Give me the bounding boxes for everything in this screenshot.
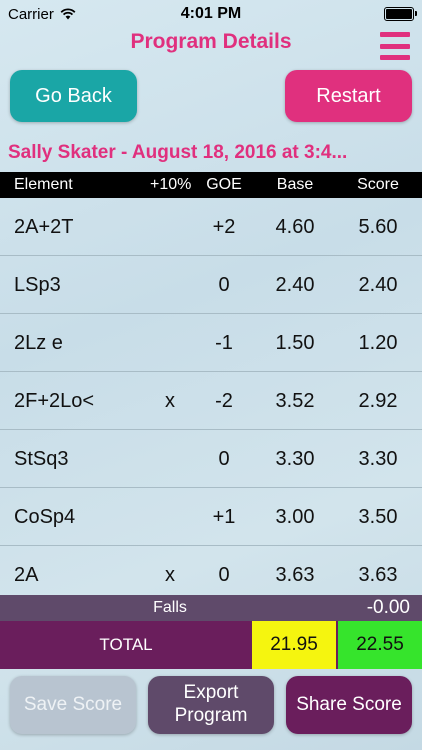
cell-goe: 0 [218,274,230,296]
table-row[interactable]: StSq3 0 3.30 3.30 [0,430,422,488]
table-row[interactable]: 2Lz e -1 1.50 1.20 [0,314,422,372]
cell-element: 2A [14,564,39,586]
cell-element: LSp3 [14,274,61,296]
table-row[interactable]: LSp3 0 2.40 2.40 [0,256,422,314]
cell-element: 2A+2T [14,216,74,238]
program-heading: Sally Skater - August 18, 2016 at 3:4... [8,142,348,163]
cell-element: CoSp4 [14,506,76,528]
cell-score: 3.63 [358,564,398,586]
cell-base: 3.63 [275,564,315,586]
status-bar: Carrier 4:01 PM [0,0,422,28]
cell-base: 3.00 [275,506,315,528]
table-row[interactable]: CoSp4 +1 3.00 3.50 [0,488,422,546]
cell-base: 3.52 [275,390,315,412]
falls-label: Falls [153,599,187,616]
cell-goe: -1 [215,332,233,354]
go-back-button[interactable]: Go Back [10,70,137,122]
save-score-button[interactable]: Save Score [10,676,136,734]
export-program-button[interactable]: Export Program [148,676,274,734]
cell-goe: +2 [212,216,236,238]
share-score-button[interactable]: Share Score [286,676,412,734]
wifi-icon [60,8,76,20]
cell-base: 3.30 [275,448,315,470]
header-element: Element [14,176,73,193]
cell-score: 2.92 [358,390,398,412]
cell-base: 2.40 [275,274,315,296]
element-list[interactable]: 2A+2T +2 4.60 5.60 LSp3 0 2.40 2.40 2Lz … [0,198,422,595]
page-title: Program Details [130,30,292,53]
cell-element: 2F+2Lo< [14,390,95,412]
total-score-value: 22.55 [338,621,422,669]
restart-button[interactable]: Restart [285,70,412,122]
battery-icon [384,7,417,21]
cell-element: 2Lz e [14,332,63,354]
cell-bonus: x [165,390,175,412]
status-left: Carrier [8,6,76,23]
cell-goe: 0 [218,448,230,470]
cell-element: StSq3 [14,448,69,470]
cell-bonus: x [165,564,175,586]
falls-value: -0.00 [366,597,410,618]
cell-goe: 0 [218,564,230,586]
total-base-value: 21.95 [252,621,336,669]
header-goe: GOE [206,176,242,193]
cell-base: 1.50 [275,332,315,354]
hamburger-menu-icon[interactable] [380,32,410,60]
total-label: TOTAL [99,635,153,654]
cell-score: 1.20 [358,332,398,354]
table-row[interactable]: 2A+2T +2 4.60 5.60 [0,198,422,256]
cell-goe: -2 [215,390,233,412]
total-bar: TOTAL 21.95 22.55 [0,621,422,669]
table-header: Element +10% GOE Base Score [0,172,422,198]
cell-score: 2.40 [358,274,398,296]
cell-goe: +1 [212,506,236,528]
carrier-label: Carrier [8,5,54,23]
header-bonus: +10% [150,176,192,193]
falls-bar: Falls -0.00 [0,595,422,621]
header-base: Base [276,176,314,193]
table-row[interactable]: 2A x 0 3.63 3.63 [0,546,422,595]
cell-score: 3.30 [358,448,398,470]
table-row[interactable]: 2F+2Lo< x -2 3.52 2.92 [0,372,422,430]
cell-score: 5.60 [358,216,398,238]
cell-base: 4.60 [275,216,315,238]
header-score: Score [357,176,399,193]
cell-score: 3.50 [358,506,398,528]
